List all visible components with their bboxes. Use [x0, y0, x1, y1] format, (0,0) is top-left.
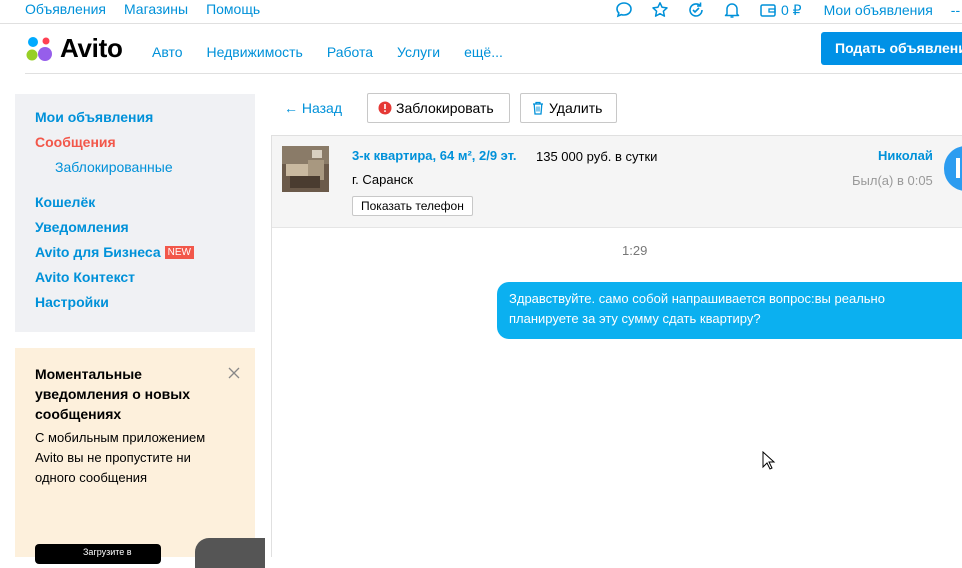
main-nav: Авто Недвижимость Работа Услуги ещё... [152, 44, 527, 60]
back-link[interactable]: ← Назад [284, 100, 342, 116]
google-play-button[interactable] [195, 538, 265, 568]
bell-icon[interactable] [723, 1, 741, 19]
nav-services[interactable]: Услуги [397, 44, 440, 60]
ad-title-link[interactable]: 3-к квартира, 64 м², 2/9 эт. [352, 148, 517, 163]
sidebar-item-wallet[interactable]: Кошелёк [35, 194, 95, 210]
close-icon[interactable] [226, 365, 242, 381]
app-promo-banner: Моментальные уведомления о новых сообщен… [15, 348, 265, 568]
sidebar-item-blocked[interactable]: Заблокированные [55, 159, 173, 175]
user-menu-link[interactable]: -- [951, 2, 960, 18]
top-links: Объявления Магазины Помощь [25, 1, 260, 17]
sidebar-item-business-label: Avito для Бизнеса [35, 244, 161, 260]
ad-thumbnail[interactable] [282, 146, 329, 192]
wallet[interactable]: 0 ₽ [759, 1, 802, 19]
nav-auto[interactable]: Авто [152, 44, 183, 60]
star-icon[interactable] [651, 1, 669, 19]
top-link-ads[interactable]: Объявления [25, 1, 106, 17]
header: Avito Авто Недвижимость Работа Услуги ещ… [0, 24, 962, 74]
chat-icon[interactable] [615, 1, 633, 19]
top-link-shops[interactable]: Магазины [124, 1, 188, 17]
sidebar-item-business[interactable]: Avito для Бизнеса NEW [35, 244, 194, 260]
sidebar-item-settings[interactable]: Настройки [35, 294, 109, 310]
sidebar-item-messages[interactable]: Сообщения [35, 134, 116, 150]
sidebar: Мои объявления Сообщения Заблокированные… [15, 94, 255, 332]
chat-panel: 3-к квартира, 64 м², 2/9 эт. 135 000 руб… [271, 135, 962, 557]
logo-text: Avito [60, 33, 123, 63]
show-phone-button[interactable]: Показать телефон [352, 196, 473, 216]
nav-jobs[interactable]: Работа [327, 44, 373, 60]
app-store-label: Загрузите в [83, 547, 132, 557]
avatar[interactable] [944, 146, 962, 191]
top-bar: Объявления Магазины Помощь 0 ₽ Мои объяв… [0, 0, 962, 24]
logo-dots-icon [26, 36, 52, 61]
nav-more[interactable]: ещё... [464, 44, 503, 60]
trash-icon [533, 101, 543, 115]
nav-realty[interactable]: Недвижимость [207, 44, 303, 60]
block-icon [378, 101, 392, 115]
message-time: 1:29 [622, 243, 648, 258]
ad-price: 135 000 руб. в сутки [536, 149, 658, 164]
user-last-seen: Был(а) в 0:05 [852, 173, 933, 188]
sidebar-item-notifications[interactable]: Уведомления [35, 219, 129, 235]
user-name-link[interactable]: Николай [878, 148, 933, 163]
new-badge: NEW [164, 246, 194, 259]
post-ad-button[interactable]: Подать объявление [821, 32, 962, 65]
message-bubble: Здравствуйте. само собой напрашивается в… [497, 282, 962, 339]
mouse-cursor-icon [762, 450, 776, 471]
promo-text: С мобильным приложением Avito вы не проп… [35, 430, 206, 485]
sidebar-item-my-ads[interactable]: Мои объявления [35, 109, 153, 125]
block-button[interactable]: Заблокировать [367, 93, 510, 123]
delete-button-label: Удалить [549, 100, 603, 116]
wallet-balance: 0 ₽ [781, 1, 802, 18]
top-icons: 0 ₽ Мои объявления -- [615, 0, 960, 20]
block-button-label: Заблокировать [396, 100, 494, 116]
wallet-icon [760, 4, 776, 17]
avatar-letter-icon [956, 158, 960, 178]
avito-logo[interactable]: Avito [25, 33, 123, 64]
promo-title: Моментальные уведомления о новых сообщен… [35, 366, 191, 422]
ad-city: г. Саранск [352, 172, 413, 187]
delete-button[interactable]: Удалить [520, 93, 617, 123]
app-store-button[interactable]: Загрузите в [35, 544, 161, 564]
my-ads-link[interactable]: Мои объявления [824, 2, 933, 18]
top-link-help[interactable]: Помощь [206, 1, 260, 17]
chat-header: 3-к квартира, 64 м², 2/9 эт. 135 000 руб… [272, 136, 962, 228]
header-divider [25, 73, 962, 74]
sidebar-item-context[interactable]: Avito Контекст [35, 269, 135, 285]
refresh-icon[interactable] [687, 1, 705, 19]
